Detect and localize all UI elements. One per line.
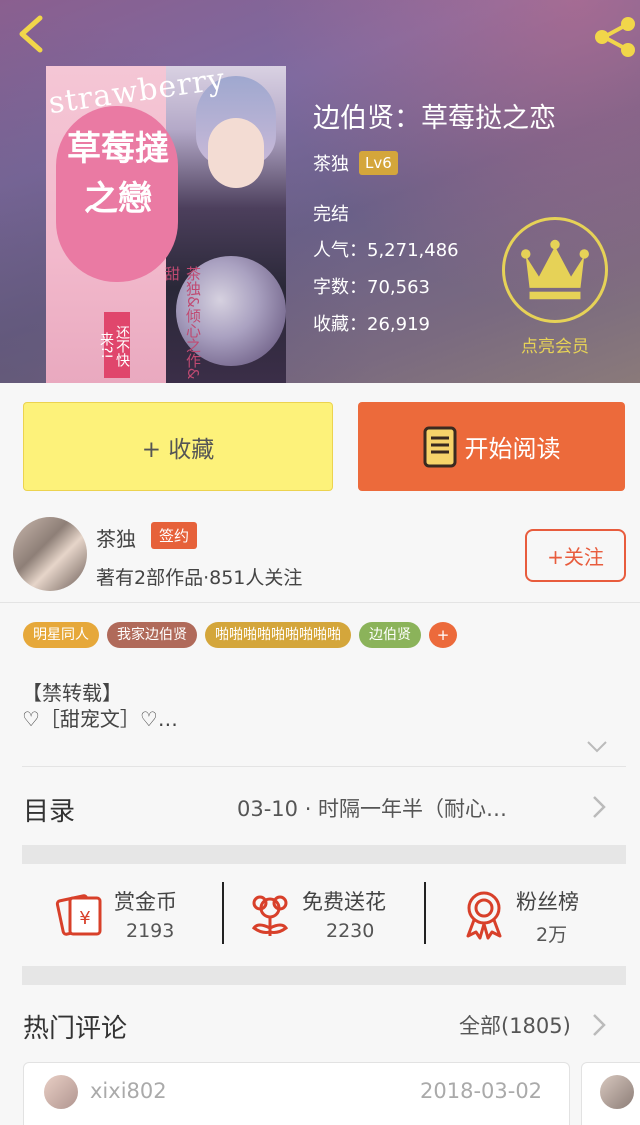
- reward-value: 2万: [536, 924, 568, 946]
- chevron-right-icon[interactable]: [592, 1013, 606, 1037]
- all-comments-link[interactable]: 全部(1805): [459, 1010, 571, 1040]
- synopsis: 【禁转载】 ♡［甜宠文］♡…: [22, 680, 178, 732]
- comment-date: 2018-03-02: [420, 1079, 543, 1103]
- book-cover[interactable]: strawberry 草莓撻之戀 茶独&倾心之作&甜 还不快来?!: [46, 66, 286, 383]
- cover-vertical-text: 茶独&倾心之作&甜: [163, 266, 202, 380]
- start-reading-label: 开始阅读: [464, 435, 561, 463]
- reward-label: 免费送花: [302, 890, 386, 914]
- latest-chapter: 03-10 · 时隔一年半（耐心…: [237, 797, 508, 821]
- cover-tag: 还不快来?!: [98, 312, 130, 378]
- back-arrow-icon[interactable]: [14, 14, 48, 54]
- table-of-contents-row[interactable]: 目录 03-10 · 时隔一年半（耐心…: [0, 767, 640, 845]
- section-gap: [22, 966, 626, 985]
- share-icon[interactable]: [592, 16, 638, 58]
- book-hero: strawberry 草莓撻之戀 茶独&倾心之作&甜 还不快来?! 边伯贤：草莓…: [0, 0, 640, 383]
- tag-item[interactable]: 我家边伯贤: [107, 622, 197, 648]
- crown-icon[interactable]: [502, 217, 608, 323]
- comment-card[interactable]: [581, 1062, 640, 1125]
- author-avatar[interactable]: [13, 517, 87, 591]
- synopsis-line: ♡［甜宠文］♡…: [22, 707, 178, 731]
- hot-comments-title: 热门评论: [23, 1014, 128, 1044]
- book-collect-count: 收藏：26,919: [313, 314, 430, 335]
- author-description: 著有2部作品·851人关注: [96, 567, 303, 589]
- author-section: 茶独 签约 著有2部作品·851人关注 +关注: [0, 503, 640, 603]
- follow-button[interactable]: +关注: [525, 529, 626, 582]
- commenter-avatar[interactable]: [600, 1075, 634, 1109]
- reward-label: 赏金币: [114, 890, 177, 914]
- chevron-down-icon[interactable]: [586, 740, 608, 754]
- commenter-avatar[interactable]: [44, 1075, 78, 1109]
- divider: [222, 882, 224, 944]
- add-tag-button[interactable]: +: [429, 622, 457, 648]
- book-word-count: 字数：70,563: [313, 277, 430, 298]
- collect-button[interactable]: + 收藏: [23, 402, 333, 491]
- author-name[interactable]: 茶独: [96, 523, 136, 552]
- collect-button-label: + 收藏: [141, 436, 215, 463]
- book-icon: [423, 426, 456, 467]
- comment-card[interactable]: xixi802 2018-03-02: [23, 1062, 570, 1125]
- tag-list: 明星同人 我家边伯贤 啪啪啪啪啪啪啪啪啪 边伯贤 +: [23, 622, 457, 648]
- level-badge: Lv6: [359, 151, 398, 175]
- tag-item[interactable]: 啪啪啪啪啪啪啪啪啪: [205, 622, 351, 648]
- tag-item[interactable]: 明星同人: [23, 622, 99, 648]
- start-reading-button[interactable]: 开始阅读: [358, 402, 625, 491]
- divider: [424, 882, 426, 944]
- book-status: 完结: [313, 204, 349, 225]
- flower-icon: [251, 895, 289, 936]
- cover-title: 草莓撻之戀: [67, 129, 169, 219]
- reward-label: 粉丝榜: [516, 890, 579, 914]
- book-title: 边伯贤：草莓挞之恋: [313, 103, 556, 134]
- book-popularity: 人气：5,271,486: [313, 240, 459, 261]
- reward-value: 2230: [326, 920, 375, 942]
- toc-label: 目录: [23, 797, 76, 827]
- reward-value: 2193: [126, 920, 175, 942]
- reward-bar: ¥ 赏金币 2193 免费送花 2230 粉丝榜 2万: [0, 864, 640, 966]
- svg-text:¥: ¥: [79, 908, 90, 929]
- medal-icon: [466, 891, 502, 940]
- coin-envelope-icon: ¥: [55, 894, 102, 936]
- cover-face: [208, 118, 264, 188]
- chevron-right-icon: [593, 796, 606, 818]
- signed-badge: 签约: [151, 522, 198, 549]
- book-author[interactable]: 茶独: [313, 150, 349, 176]
- book-author-row: 茶独 Lv6: [313, 150, 398, 176]
- tag-item[interactable]: 边伯贤: [359, 622, 421, 648]
- reward-coins[interactable]: ¥ 赏金币 2193: [54, 882, 214, 948]
- section-gap: [22, 845, 626, 864]
- commenter-name[interactable]: xixi802: [90, 1079, 167, 1103]
- vip-label[interactable]: 点亮会员: [502, 332, 608, 357]
- follow-button-label: +关注: [547, 545, 604, 569]
- reward-flowers[interactable]: 免费送花 2230: [248, 882, 418, 948]
- action-bar: + 收藏 开始阅读: [0, 383, 640, 503]
- reward-fan-ranking[interactable]: 粉丝榜 2万: [462, 882, 602, 948]
- synopsis-line: 【禁转载】: [22, 681, 122, 705]
